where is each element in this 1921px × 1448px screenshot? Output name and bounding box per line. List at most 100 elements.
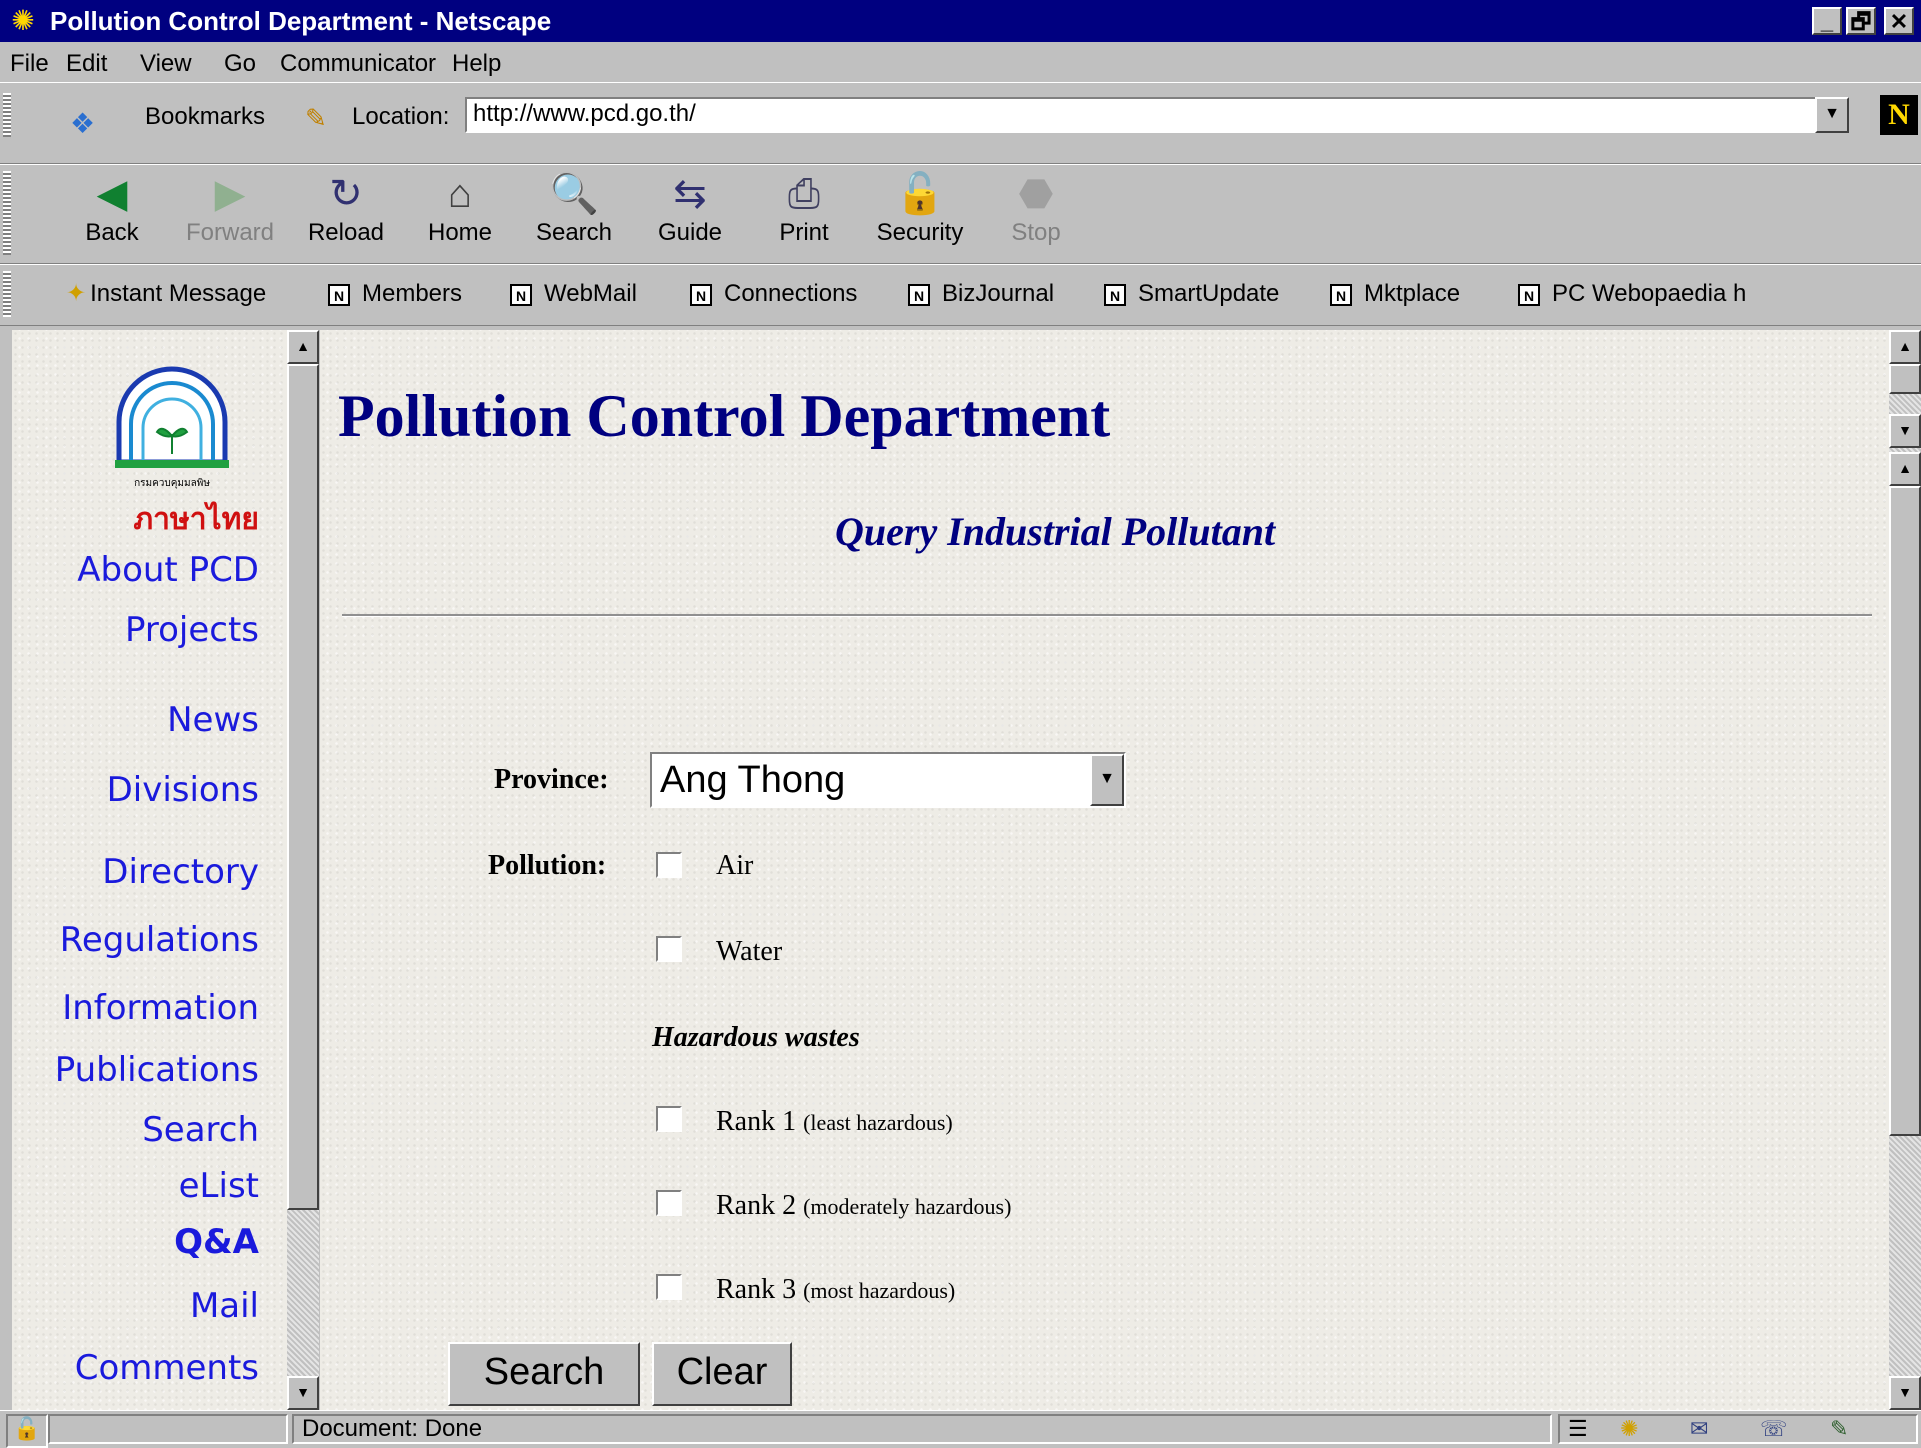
scroll-up-arrow-icon[interactable]: ▲ <box>1889 452 1921 486</box>
bookmark-page-icon: N <box>1518 283 1540 306</box>
menu-view[interactable]: View <box>140 50 192 78</box>
minimize-button[interactable]: _ <box>1812 7 1842 35</box>
water-checkbox[interactable] <box>656 936 682 962</box>
smartupdate-link[interactable]: N SmartUpdate <box>1104 279 1279 309</box>
scroll-up-arrow-icon[interactable]: ▲ <box>287 330 319 364</box>
reload-label: Reload <box>307 219 385 246</box>
sidebar-scroll-thumb[interactable] <box>287 364 319 1210</box>
province-select[interactable]: Ang Thong ▼ <box>650 752 1126 808</box>
home-label: Home <box>427 219 493 246</box>
instant-message-link[interactable]: ✦ Instant Message <box>66 279 266 309</box>
pcd-logo[interactable]: กรมควบคุมมลพิษ <box>107 362 237 512</box>
menu-help[interactable]: Help <box>452 50 501 78</box>
sidebar-item-qa[interactable]: Q&A <box>174 1222 259 1262</box>
air-checkbox[interactable] <box>656 852 682 878</box>
navigator-icon[interactable]: ✺ <box>1620 1416 1638 1442</box>
sidebar-item-search[interactable]: Search <box>142 1110 259 1150</box>
bookmark-page-icon: N <box>510 283 532 306</box>
sidebar-item-about[interactable]: About PCD <box>77 550 259 590</box>
toolbar-grip[interactable] <box>3 93 11 137</box>
bizjournal-link[interactable]: N BizJournal <box>908 279 1054 309</box>
rank1-checkbox[interactable] <box>656 1106 682 1132</box>
status-bar: 🔓 Document: Done ☰ ✺ ✉ ☏ ✎ <box>0 1410 1921 1448</box>
sidebar-item-news[interactable]: News <box>167 700 259 740</box>
security-label: Security <box>876 219 964 246</box>
home-button[interactable]: ⌂ Home <box>410 169 510 259</box>
search-button[interactable]: Search <box>448 1342 640 1406</box>
pc-webopaedia-link[interactable]: N PC Webopaedia h <box>1518 279 1746 309</box>
mktplace-link[interactable]: N Mktplace <box>1330 279 1460 309</box>
url-dropdown-button[interactable]: ▼ <box>1815 97 1849 133</box>
rank3-checkbox[interactable] <box>656 1274 682 1300</box>
toolbar-grip[interactable] <box>3 171 11 255</box>
menu-file[interactable]: File <box>10 50 49 78</box>
main-scrollbar[interactable]: ▲ ▼ ▲ ▼ <box>1889 330 1921 1410</box>
page-title: Pollution Control Department <box>338 383 1111 449</box>
menu-communicator[interactable]: Communicator <box>280 50 436 78</box>
sidebar-item-thai[interactable]: ภาษาไทย <box>133 500 259 540</box>
main-scroll-thumb[interactable] <box>1889 486 1921 1136</box>
location-icon: ✎ <box>305 103 327 133</box>
bookmark-page-icon: N <box>328 283 350 306</box>
status-progress <box>48 1414 288 1444</box>
rank2-checkbox[interactable] <box>656 1190 682 1216</box>
members-link[interactable]: N Members <box>328 279 462 309</box>
url-input[interactable]: http://www.pcd.go.th/ <box>465 97 1835 133</box>
webmail-link[interactable]: N WebMail <box>510 279 637 309</box>
toolbar-grip[interactable] <box>3 271 11 317</box>
forward-button[interactable]: ▶ Forward <box>180 169 280 259</box>
scroll-down-arrow-icon[interactable]: ▼ <box>287 1376 319 1410</box>
location-label: Location: <box>352 103 450 130</box>
navigation-toolbar: ◀ Back ▶ Forward ↻ Reload ⌂ Home 🔍 Searc… <box>0 164 1921 264</box>
search-button-toolbar[interactable]: 🔍 Search <box>524 169 624 259</box>
sidebar-item-projects[interactable]: Projects <box>125 610 259 650</box>
sidebar-scrollbar[interactable]: ▲ ▼ <box>287 330 319 1410</box>
province-label: Province: <box>494 764 609 795</box>
security-button[interactable]: 🔓 Security <box>870 169 970 259</box>
scroll-up-arrow-icon[interactable]: ▲ <box>1889 330 1921 364</box>
composer-icon[interactable]: ✎ <box>1830 1416 1848 1442</box>
bookmarks-button[interactable]: Bookmarks <box>145 103 265 131</box>
reload-button[interactable]: ↻ Reload <box>296 169 396 259</box>
bookmark-page-icon: N <box>908 283 930 306</box>
chevron-down-icon[interactable]: ▼ <box>1090 754 1124 806</box>
clear-button[interactable]: Clear <box>652 1342 792 1406</box>
bookmarks-icon[interactable]: ❖ <box>70 107 95 140</box>
print-icon: ⎙ <box>788 172 820 216</box>
personal-toolbar: ✦ Instant Message N Members N WebMail N Conn… <box>0 264 1921 326</box>
water-label: Water <box>716 936 783 967</box>
back-button[interactable]: ◀ Back <box>62 169 162 259</box>
close-button[interactable]: ✕ <box>1884 7 1914 35</box>
search-icon: 🔍 <box>549 172 599 216</box>
sidebar-item-elist[interactable]: eList <box>179 1166 259 1206</box>
stop-button[interactable]: ⬣ Stop <box>986 169 1086 259</box>
sidebar-item-information[interactable]: Information <box>62 988 259 1028</box>
guide-button[interactable]: ⇆ Guide <box>640 169 740 259</box>
component-bar-grip-icon[interactable]: ☰ <box>1568 1416 1588 1442</box>
stop-label: Stop <box>1011 219 1061 246</box>
connections-link[interactable]: N Connections <box>690 279 857 309</box>
sidebar-item-regulations[interactable]: Regulations <box>60 920 259 960</box>
location-toolbar: ❖ Bookmarks ✎ Location: http://www.pcd.g… <box>0 82 1921 164</box>
menu-edit[interactable]: Edit <box>66 50 107 78</box>
sidebar-item-publications[interactable]: Publications <box>55 1050 259 1090</box>
scroll-down-arrow-icon[interactable]: ▼ <box>1889 414 1921 448</box>
security-lock-icon[interactable]: 🔓 <box>6 1414 48 1448</box>
sidebar-item-mail[interactable]: Mail <box>190 1286 259 1326</box>
back-icon: ◀ <box>96 172 128 216</box>
discussion-icon[interactable]: ☏ <box>1760 1416 1788 1442</box>
sidebar-item-directory[interactable]: Directory <box>102 852 259 892</box>
menu-go[interactable]: Go <box>224 50 256 78</box>
sidebar-item-divisions[interactable]: Divisions <box>107 770 259 810</box>
scroll-down-arrow-icon[interactable]: ▼ <box>1889 1376 1921 1410</box>
print-button[interactable]: ⎙ Print <box>754 169 854 259</box>
netscape-logo[interactable]: N <box>1880 95 1918 135</box>
maximize-button[interactable]: 🗗 <box>1846 7 1876 35</box>
window-title: Pollution Control Department - Netscape <box>50 6 552 36</box>
reload-icon: ↻ <box>329 172 363 216</box>
sidebar-item-comments[interactable]: Comments <box>75 1348 259 1388</box>
title-bar: ✺ Pollution Control Department - Netscap… <box>0 0 1921 42</box>
status-text: Document: Done <box>292 1414 1552 1444</box>
mail-icon[interactable]: ✉ <box>1690 1416 1708 1442</box>
main-scroll-thumb-top[interactable] <box>1889 364 1921 394</box>
